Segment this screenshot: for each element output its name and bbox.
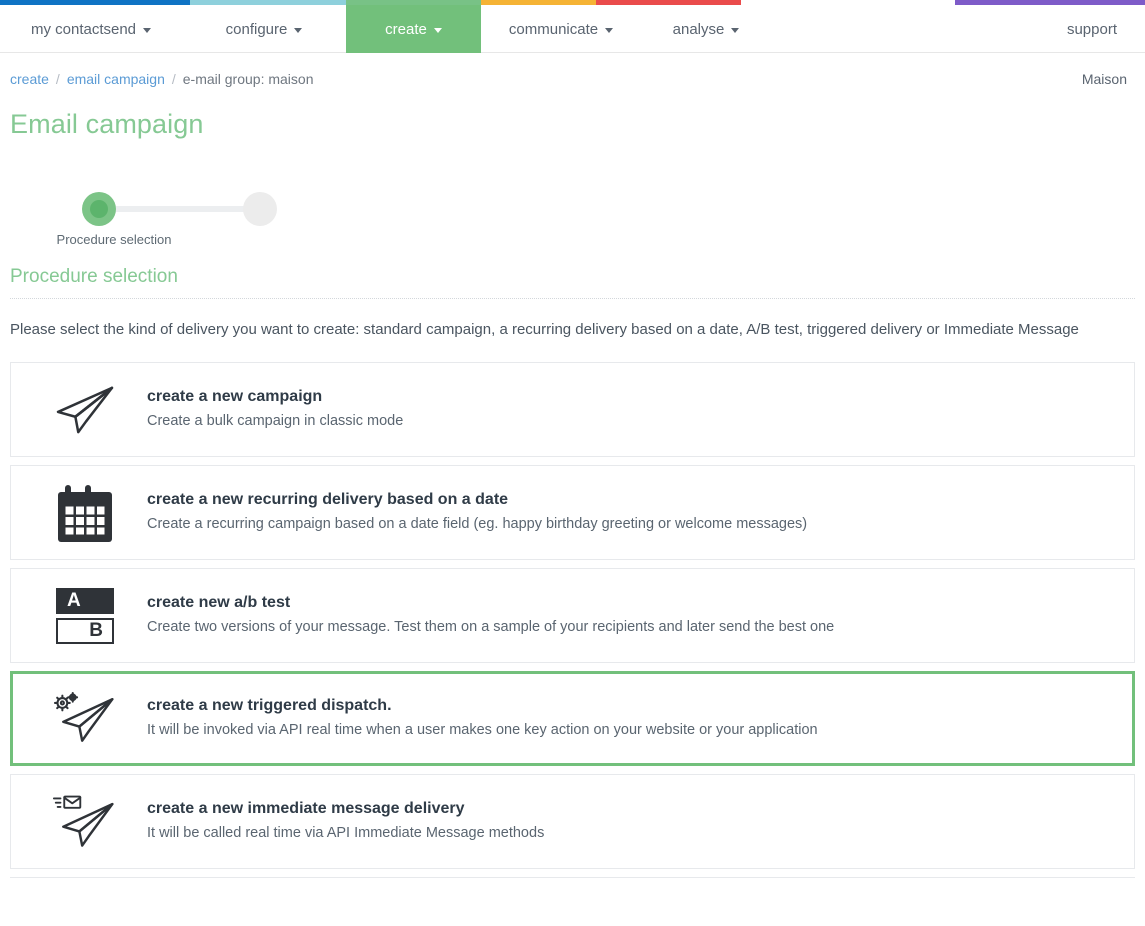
nav-item-create[interactable]: create (346, 5, 481, 53)
nav-label: communicate (508, 20, 599, 38)
option-description: It will be called real time via API Imme… (147, 824, 545, 841)
breadcrumb-item-current: e-mail group: maison (182, 71, 314, 87)
option-card-immediate-message[interactable]: create a new immediate message delivery … (10, 774, 1135, 869)
ab-test-variant-a-label: A (56, 587, 114, 614)
chevron-down-icon (294, 27, 303, 33)
option-description: Create a recurring campaign based on a d… (147, 515, 808, 532)
option-title: create a new triggered dispatch. (147, 696, 392, 714)
nav-label: analyse (672, 20, 725, 38)
chevron-down-icon (731, 27, 740, 33)
account-name: Maison (1081, 71, 1127, 87)
nav-item-analyse[interactable]: analyse (641, 5, 771, 53)
breadcrumb-separator: / (171, 71, 176, 87)
option-title: create a new recurring delivery based on… (147, 490, 509, 508)
option-card-recurring-delivery[interactable]: create a new recurring delivery based on… (10, 465, 1135, 560)
breadcrumb-item-email-campaign[interactable]: email campaign (67, 71, 165, 87)
nav-item-support[interactable]: support (1057, 5, 1145, 53)
option-card-ab-test[interactable]: A B create new a/b test Create two versi… (10, 568, 1135, 663)
breadcrumb-separator: / (55, 71, 60, 87)
section-title: Procedure selection (10, 266, 178, 287)
option-description: Create a bulk campaign in classic mode (147, 412, 404, 429)
nav-label: configure (225, 20, 288, 38)
nav-label: support (1066, 20, 1117, 38)
delivery-type-options: create a new campaign Create a bulk camp… (10, 362, 1135, 869)
chevron-down-icon (143, 27, 152, 33)
paper-plane-icon (25, 384, 145, 436)
option-text: create a new triggered dispatch. It will… (145, 697, 1120, 741)
section-intro-text: Please select the kind of delivery you w… (10, 321, 1079, 338)
chevron-down-icon (433, 27, 442, 33)
option-text: create a new recurring delivery based on… (145, 491, 1120, 535)
progress-stepper: Procedure selection (10, 176, 310, 247)
stepper-connector-line (98, 206, 260, 212)
option-description: Create two versions of your message. Tes… (147, 618, 835, 635)
stepper-step-1-label: Procedure selection (56, 232, 172, 247)
paper-plane-gear-icon (25, 691, 145, 747)
chevron-down-icon (605, 27, 614, 33)
page-title: Email campaign (10, 109, 204, 139)
option-text: create new a/b test Create two versions … (145, 594, 1120, 638)
breadcrumb-item-create[interactable]: create (10, 71, 49, 87)
option-text: create a new campaign Create a bulk camp… (145, 388, 1120, 432)
procedure-selection-section: Procedure selection Please select the ki… (10, 266, 1135, 340)
option-card-triggered-dispatch[interactable]: create a new triggered dispatch. It will… (10, 671, 1135, 766)
nav-item-configure[interactable]: configure (182, 5, 346, 53)
nav-item-communicate[interactable]: communicate (481, 5, 641, 53)
option-title: create a new immediate message delivery (147, 799, 465, 817)
breadcrumb: create / email campaign / e-mail group: … (0, 53, 1145, 87)
page-bottom-edge (10, 877, 1135, 883)
paper-plane-envelope-icon (25, 794, 145, 850)
ab-test-variant-b-label: B (56, 617, 114, 644)
option-description: It will be invoked via API real time whe… (147, 721, 818, 738)
nav-label: my contactsend (30, 20, 137, 38)
ab-test-icon: A B (25, 587, 145, 644)
nav-label: create (385, 20, 427, 38)
option-card-new-campaign[interactable]: create a new campaign Create a bulk camp… (10, 362, 1135, 457)
section-divider (10, 298, 1135, 299)
option-title: create a new campaign (147, 387, 323, 405)
nav-item-my-contactsend[interactable]: my contactsend (0, 5, 182, 53)
main-navigation: my contactsend configure create communic… (0, 5, 1145, 53)
stepper-step-1-dot[interactable] (82, 192, 116, 226)
option-title: create new a/b test (147, 593, 291, 611)
stepper-step-2-dot[interactable] (243, 192, 277, 226)
option-text: create a new immediate message delivery … (145, 800, 1120, 844)
calendar-icon (25, 482, 145, 544)
